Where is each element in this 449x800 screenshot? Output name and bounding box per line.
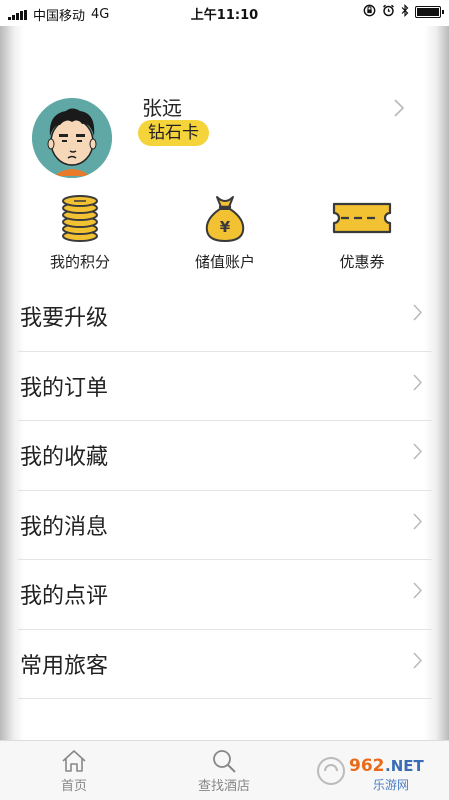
quick-actions: 我的积分 ¥ 储值账户 优惠券 bbox=[20, 190, 430, 280]
chevron-right-icon bbox=[413, 373, 423, 396]
tab-find-hotel-label: 查找酒店 bbox=[197, 779, 250, 794]
menu-item-favorites[interactable]: 我的收藏 bbox=[18, 421, 432, 491]
tab-home-label: 首页 bbox=[60, 779, 87, 794]
menu-item-label: 我的消息 bbox=[20, 514, 109, 540]
svg-text:乐游网: 乐游网 bbox=[373, 778, 409, 792]
svg-text:.NET: .NET bbox=[385, 757, 424, 775]
tab-home[interactable]: 首页 bbox=[24, 747, 124, 794]
battery-icon bbox=[415, 6, 444, 18]
menu-item-upgrade[interactable]: 我要升级 bbox=[18, 282, 432, 352]
cartoon-avatar-icon bbox=[32, 98, 112, 178]
coin-stack-icon bbox=[20, 190, 140, 245]
svg-text:¥: ¥ bbox=[220, 218, 231, 236]
coupons-button[interactable]: 优惠券 bbox=[302, 190, 422, 272]
coupons-label: 优惠券 bbox=[339, 253, 385, 271]
menu-item-reviews[interactable]: 我的点评 bbox=[18, 560, 432, 630]
status-right bbox=[363, 4, 444, 20]
tab-find-hotel[interactable]: 查找酒店 bbox=[174, 747, 274, 794]
menu-list: 我要升级 我的订单 我的收藏 我的消息 我的点评 常用旅客 bbox=[18, 282, 432, 699]
user-name: 张远 bbox=[142, 96, 182, 120]
home-icon bbox=[24, 747, 124, 775]
stored-value-button[interactable]: ¥ 储值账户 bbox=[165, 190, 285, 272]
menu-item-messages[interactable]: 我的消息 bbox=[18, 491, 432, 560]
chevron-right-icon bbox=[394, 98, 405, 122]
member-level-badge: 钻石卡 bbox=[138, 120, 209, 146]
search-icon bbox=[174, 747, 274, 775]
profile-header[interactable]: 张远 钻石卡 bbox=[32, 92, 422, 182]
tab-bar: 首页 查找酒店 962 .NET 乐游网 bbox=[0, 740, 449, 800]
menu-item-label: 常用旅客 bbox=[20, 653, 109, 679]
points-button[interactable]: 我的积分 bbox=[20, 190, 140, 272]
chevron-right-icon bbox=[413, 651, 423, 674]
coupon-icon bbox=[302, 190, 422, 245]
money-bag-icon: ¥ bbox=[165, 190, 285, 245]
bluetooth-icon bbox=[401, 4, 409, 20]
points-label: 我的积分 bbox=[49, 253, 110, 271]
chevron-right-icon bbox=[413, 443, 423, 465]
chevron-right-icon bbox=[413, 512, 423, 535]
svg-text:962: 962 bbox=[349, 756, 385, 776]
watermark-logo: 962 .NET 乐游网 bbox=[315, 749, 445, 793]
stored-value-label: 储值账户 bbox=[194, 253, 255, 271]
menu-item-frequent-travelers[interactable]: 常用旅客 bbox=[18, 630, 432, 699]
status-bar: 中国移动 4G 上午11:10 bbox=[0, 0, 449, 26]
chevron-right-icon bbox=[413, 582, 423, 604]
menu-item-label: 我的点评 bbox=[20, 584, 109, 610]
orientation-lock-icon bbox=[363, 4, 376, 20]
chevron-right-icon bbox=[413, 304, 423, 326]
menu-item-label: 我要升级 bbox=[20, 306, 109, 332]
menu-item-label: 我的收藏 bbox=[20, 445, 109, 471]
menu-item-orders[interactable]: 我的订单 bbox=[18, 352, 432, 421]
avatar[interactable] bbox=[32, 98, 112, 178]
menu-item-label: 我的订单 bbox=[20, 375, 109, 401]
alarm-icon bbox=[382, 4, 395, 20]
